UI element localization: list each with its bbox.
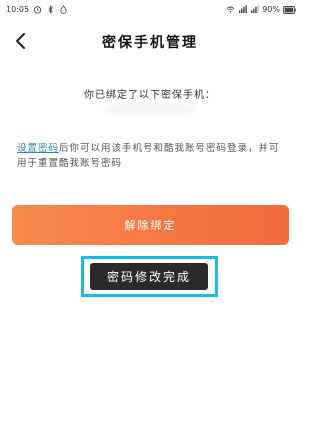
password-changed-toast: 密码修改完成 — [90, 263, 208, 290]
wifi-icon — [226, 6, 235, 13]
header: 密保手机管理 — [0, 22, 300, 62]
page-title: 密保手机管理 — [102, 35, 198, 51]
set-password-link[interactable]: 设置密码 — [17, 143, 59, 154]
bluetooth-icon — [48, 5, 53, 14]
battery-icon — [283, 5, 296, 14]
status-right: 90% — [226, 5, 296, 14]
alarm-icon — [33, 6, 42, 14]
bound-phone-number-redacted — [105, 104, 195, 114]
status-left: 10:05 — [6, 5, 68, 14]
bound-phone-label: 你已绑定了以下密保手机： — [84, 90, 216, 101]
password-notice: 设置密码后你可以用该手机号和酷我账号密码登录，并可用于重置酷我账号密码 — [17, 141, 287, 171]
unbind-button[interactable]: 解除绑定 — [12, 205, 289, 245]
status-time: 10:05 — [6, 5, 30, 14]
signal-icon — [239, 5, 248, 14]
signal-icon-2 — [251, 5, 260, 14]
status-bar: 10:05 90% — [0, 0, 300, 20]
battery-percent: 90% — [262, 5, 280, 14]
drop-icon — [60, 5, 67, 14]
